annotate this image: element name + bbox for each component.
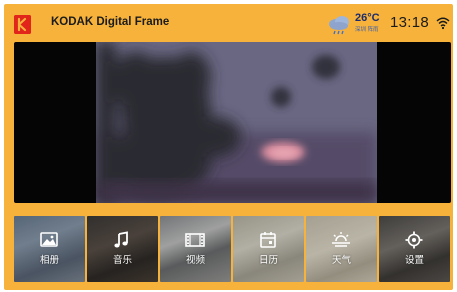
tile-photos[interactable]: 相册: [14, 216, 85, 282]
calendar-icon: [257, 230, 279, 250]
tile-label-weather: 天气: [331, 255, 351, 266]
music-note-icon: [111, 230, 133, 250]
photo-display[interactable]: [14, 42, 451, 203]
app-tiles: 相册 音乐 视频 日历 天气 设置: [14, 216, 453, 282]
tile-settings[interactable]: 设置: [379, 216, 450, 282]
film-icon: [184, 230, 206, 250]
tile-label-photos: 相册: [39, 255, 59, 266]
wifi-icon: [436, 16, 450, 30]
header-bar: KODAK Digital Frame 26°C 深圳 阵雨 13:18: [4, 4, 453, 42]
gear-icon: [403, 230, 425, 250]
tile-video[interactable]: 视频: [160, 216, 231, 282]
tile-label-settings: 设置: [404, 255, 424, 266]
slideshow-photo[interactable]: [96, 42, 377, 203]
kodak-logo-icon: [14, 15, 31, 34]
tile-label-music: 音乐: [112, 255, 132, 266]
tile-weather[interactable]: 天气: [306, 216, 377, 282]
weather-description: 深圳 阵雨: [355, 27, 379, 33]
weather-sun-cloud-icon: [330, 230, 352, 250]
tile-calendar[interactable]: 日历: [233, 216, 304, 282]
temperature-text: 26°C: [355, 12, 380, 24]
cloud-rain-icon: [327, 14, 351, 36]
tile-label-calendar: 日历: [258, 255, 278, 266]
clock-time: 13:18: [390, 14, 430, 31]
app-title: KODAK Digital Frame: [51, 16, 170, 28]
tile-music[interactable]: 音乐: [87, 216, 158, 282]
tile-label-video: 视频: [185, 255, 205, 266]
photo-icon: [38, 230, 60, 250]
app-frame: KODAK Digital Frame 26°C 深圳 阵雨 13:18 相册 …: [4, 4, 453, 290]
